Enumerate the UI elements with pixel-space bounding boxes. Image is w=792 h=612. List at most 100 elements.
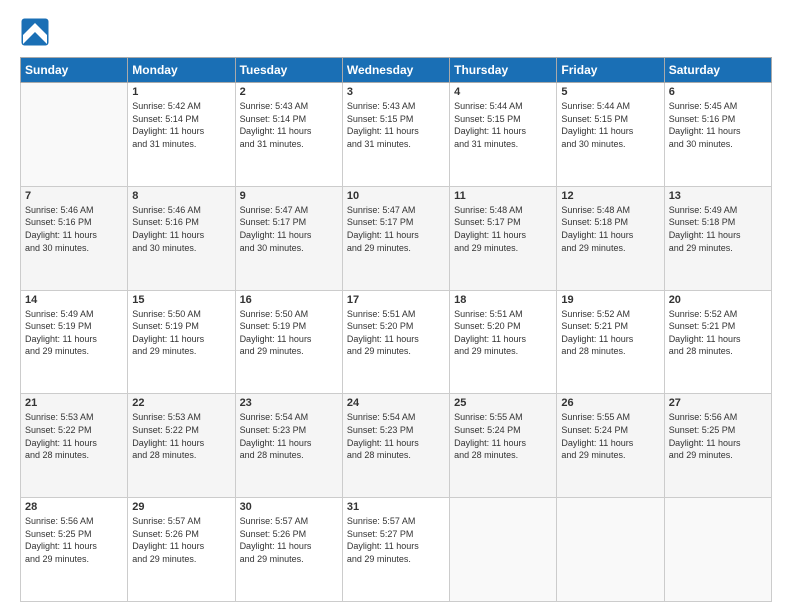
day-info: Sunrise: 5:55 AM Sunset: 5:24 PM Dayligh… bbox=[561, 411, 659, 461]
day-info: Sunrise: 5:55 AM Sunset: 5:24 PM Dayligh… bbox=[454, 411, 552, 461]
day-info: Sunrise: 5:48 AM Sunset: 5:18 PM Dayligh… bbox=[561, 204, 659, 254]
day-number: 1 bbox=[132, 86, 230, 98]
day-info: Sunrise: 5:43 AM Sunset: 5:14 PM Dayligh… bbox=[240, 100, 338, 150]
day-info: Sunrise: 5:52 AM Sunset: 5:21 PM Dayligh… bbox=[669, 308, 767, 358]
day-number: 7 bbox=[25, 190, 123, 202]
calendar-cell: 4 Sunrise: 5:44 AM Sunset: 5:15 PM Daylig… bbox=[450, 83, 557, 187]
calendar-cell: 28 Sunrise: 5:56 AM Sunset: 5:25 PM Dayli… bbox=[21, 498, 128, 602]
day-number: 27 bbox=[669, 397, 767, 409]
day-number: 4 bbox=[454, 86, 552, 98]
calendar-cell: 22 Sunrise: 5:53 AM Sunset: 5:22 PM Dayli… bbox=[128, 394, 235, 498]
page: SundayMondayTuesdayWednesdayThursdayFrid… bbox=[0, 0, 792, 612]
day-number: 3 bbox=[347, 86, 445, 98]
day-number: 12 bbox=[561, 190, 659, 202]
calendar-cell bbox=[450, 498, 557, 602]
calendar-cell bbox=[21, 83, 128, 187]
weekday-header: Sunday bbox=[21, 58, 128, 83]
calendar-cell: 13 Sunrise: 5:49 AM Sunset: 5:18 PM Dayli… bbox=[664, 186, 771, 290]
calendar-cell: 31Sunrise: 5:57 AM Sunset: 5:27 PM Dayli… bbox=[342, 498, 449, 602]
day-number: 24 bbox=[347, 397, 445, 409]
day-info: Sunrise: 5:44 AM Sunset: 5:15 PM Dayligh… bbox=[454, 100, 552, 150]
day-info: Sunrise: 5:46 AM Sunset: 5:16 PM Dayligh… bbox=[132, 204, 230, 254]
calendar-cell: 19 Sunrise: 5:52 AM Sunset: 5:21 PM Dayli… bbox=[557, 290, 664, 394]
weekday-header: Thursday bbox=[450, 58, 557, 83]
day-info: Sunrise: 5:51 AM Sunset: 5:20 PM Dayligh… bbox=[454, 308, 552, 358]
calendar-cell: 16 Sunrise: 5:50 AM Sunset: 5:19 PM Dayli… bbox=[235, 290, 342, 394]
day-info: Sunrise: 5:46 AM Sunset: 5:16 PM Dayligh… bbox=[25, 204, 123, 254]
day-info: Sunrise: 5:47 AM Sunset: 5:17 PM Dayligh… bbox=[240, 204, 338, 254]
day-info: Sunrise: 5:57 AM Sunset: 5:26 PM Dayligh… bbox=[132, 515, 230, 565]
day-number: 6 bbox=[669, 86, 767, 98]
calendar-cell: 20Sunrise: 5:52 AM Sunset: 5:21 PM Dayli… bbox=[664, 290, 771, 394]
day-number: 21 bbox=[25, 397, 123, 409]
day-info: Sunrise: 5:44 AM Sunset: 5:15 PM Dayligh… bbox=[561, 100, 659, 150]
calendar-cell: 12 Sunrise: 5:48 AM Sunset: 5:18 PM Dayli… bbox=[557, 186, 664, 290]
calendar-cell: 27Sunrise: 5:56 AM Sunset: 5:25 PM Dayli… bbox=[664, 394, 771, 498]
day-number: 8 bbox=[132, 190, 230, 202]
calendar-cell: 24Sunrise: 5:54 AM Sunset: 5:23 PM Dayli… bbox=[342, 394, 449, 498]
day-number: 10 bbox=[347, 190, 445, 202]
calendar-cell: 8 Sunrise: 5:46 AM Sunset: 5:16 PM Daylig… bbox=[128, 186, 235, 290]
calendar-cell: 6 Sunrise: 5:45 AM Sunset: 5:16 PM Daylig… bbox=[664, 83, 771, 187]
calendar-week-row: 7 Sunrise: 5:46 AM Sunset: 5:16 PM Daylig… bbox=[21, 186, 772, 290]
day-number: 26 bbox=[561, 397, 659, 409]
day-info: Sunrise: 5:51 AM Sunset: 5:20 PM Dayligh… bbox=[347, 308, 445, 358]
day-number: 9 bbox=[240, 190, 338, 202]
day-number: 28 bbox=[25, 501, 123, 513]
day-number: 17 bbox=[347, 294, 445, 306]
logo bbox=[20, 15, 55, 47]
calendar-cell: 5 Sunrise: 5:44 AM Sunset: 5:15 PM Daylig… bbox=[557, 83, 664, 187]
day-info: Sunrise: 5:53 AM Sunset: 5:22 PM Dayligh… bbox=[132, 411, 230, 461]
calendar-cell: 15 Sunrise: 5:50 AM Sunset: 5:19 PM Dayli… bbox=[128, 290, 235, 394]
calendar-cell: 23 Sunrise: 5:54 AM Sunset: 5:23 PM Dayli… bbox=[235, 394, 342, 498]
day-number: 13 bbox=[669, 190, 767, 202]
day-number: 16 bbox=[240, 294, 338, 306]
calendar-cell: 14Sunrise: 5:49 AM Sunset: 5:19 PM Dayli… bbox=[21, 290, 128, 394]
weekday-header: Monday bbox=[128, 58, 235, 83]
logo-icon bbox=[20, 17, 50, 47]
header bbox=[20, 15, 772, 47]
weekday-header: Friday bbox=[557, 58, 664, 83]
calendar-cell: 1 Sunrise: 5:42 AM Sunset: 5:14 PM Daylig… bbox=[128, 83, 235, 187]
calendar-week-row: 28 Sunrise: 5:56 AM Sunset: 5:25 PM Dayli… bbox=[21, 498, 772, 602]
calendar-cell bbox=[664, 498, 771, 602]
day-info: Sunrise: 5:45 AM Sunset: 5:16 PM Dayligh… bbox=[669, 100, 767, 150]
calendar-cell: 3 Sunrise: 5:43 AM Sunset: 5:15 PM Daylig… bbox=[342, 83, 449, 187]
day-number: 15 bbox=[132, 294, 230, 306]
day-info: Sunrise: 5:52 AM Sunset: 5:21 PM Dayligh… bbox=[561, 308, 659, 358]
day-info: Sunrise: 5:48 AM Sunset: 5:17 PM Dayligh… bbox=[454, 204, 552, 254]
calendar-cell: 29 Sunrise: 5:57 AM Sunset: 5:26 PM Dayli… bbox=[128, 498, 235, 602]
calendar-cell: 11 Sunrise: 5:48 AM Sunset: 5:17 PM Dayli… bbox=[450, 186, 557, 290]
calendar-cell: 25 Sunrise: 5:55 AM Sunset: 5:24 PM Dayli… bbox=[450, 394, 557, 498]
day-number: 2 bbox=[240, 86, 338, 98]
calendar-week-row: 21 Sunrise: 5:53 AM Sunset: 5:22 PM Dayli… bbox=[21, 394, 772, 498]
day-number: 23 bbox=[240, 397, 338, 409]
day-number: 5 bbox=[561, 86, 659, 98]
day-info: Sunrise: 5:43 AM Sunset: 5:15 PM Dayligh… bbox=[347, 100, 445, 150]
calendar-header-row: SundayMondayTuesdayWednesdayThursdayFrid… bbox=[21, 58, 772, 83]
day-info: Sunrise: 5:53 AM Sunset: 5:22 PM Dayligh… bbox=[25, 411, 123, 461]
calendar-cell: 30Sunrise: 5:57 AM Sunset: 5:26 PM Dayli… bbox=[235, 498, 342, 602]
day-info: Sunrise: 5:56 AM Sunset: 5:25 PM Dayligh… bbox=[25, 515, 123, 565]
day-number: 19 bbox=[561, 294, 659, 306]
day-number: 11 bbox=[454, 190, 552, 202]
weekday-header: Tuesday bbox=[235, 58, 342, 83]
weekday-header: Saturday bbox=[664, 58, 771, 83]
day-number: 25 bbox=[454, 397, 552, 409]
day-info: Sunrise: 5:54 AM Sunset: 5:23 PM Dayligh… bbox=[240, 411, 338, 461]
day-number: 30 bbox=[240, 501, 338, 513]
calendar-table: SundayMondayTuesdayWednesdayThursdayFrid… bbox=[20, 57, 772, 602]
calendar-cell: 9 Sunrise: 5:47 AM Sunset: 5:17 PM Daylig… bbox=[235, 186, 342, 290]
calendar-cell bbox=[557, 498, 664, 602]
day-info: Sunrise: 5:57 AM Sunset: 5:27 PM Dayligh… bbox=[347, 515, 445, 565]
day-info: Sunrise: 5:49 AM Sunset: 5:18 PM Dayligh… bbox=[669, 204, 767, 254]
day-info: Sunrise: 5:42 AM Sunset: 5:14 PM Dayligh… bbox=[132, 100, 230, 150]
calendar-cell: 26 Sunrise: 5:55 AM Sunset: 5:24 PM Dayli… bbox=[557, 394, 664, 498]
day-number: 22 bbox=[132, 397, 230, 409]
day-info: Sunrise: 5:49 AM Sunset: 5:19 PM Dayligh… bbox=[25, 308, 123, 358]
calendar-cell: 18Sunrise: 5:51 AM Sunset: 5:20 PM Dayli… bbox=[450, 290, 557, 394]
calendar-cell: 17 Sunrise: 5:51 AM Sunset: 5:20 PM Dayli… bbox=[342, 290, 449, 394]
day-info: Sunrise: 5:50 AM Sunset: 5:19 PM Dayligh… bbox=[132, 308, 230, 358]
day-info: Sunrise: 5:50 AM Sunset: 5:19 PM Dayligh… bbox=[240, 308, 338, 358]
day-number: 29 bbox=[132, 501, 230, 513]
